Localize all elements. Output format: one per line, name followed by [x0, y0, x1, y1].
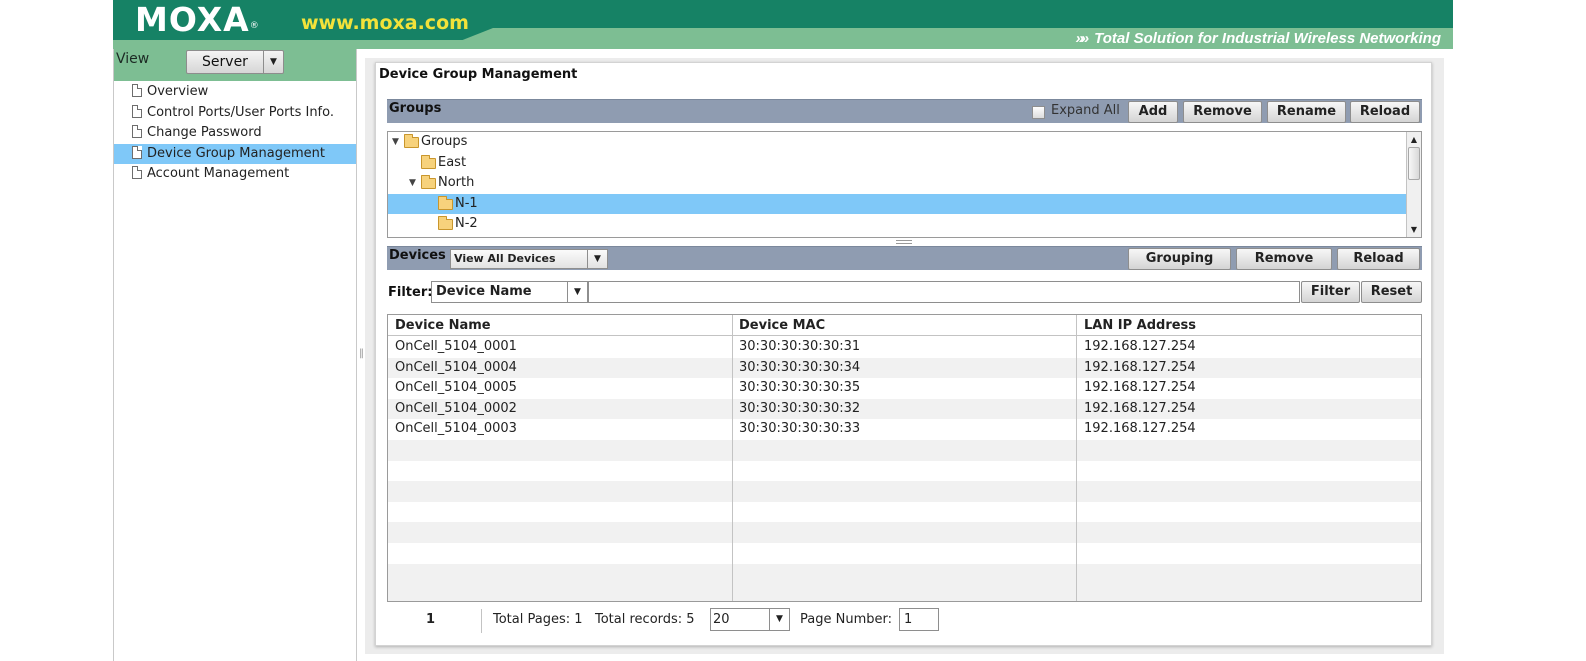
scroll-down-arrow-icon[interactable]: ▼ [1408, 223, 1420, 236]
device-view-select[interactable]: View All Devices ▼ [450, 249, 608, 269]
scroll-thumb[interactable] [1408, 147, 1420, 180]
filter-button[interactable]: Filter [1301, 281, 1360, 303]
column-header-device-name[interactable]: Device Name [388, 315, 491, 336]
filter-input[interactable] [588, 281, 1300, 303]
split-resize-grip[interactable] [896, 240, 912, 244]
expanded-triangle-icon[interactable]: ▼ [409, 173, 416, 194]
view-label: View [116, 51, 150, 67]
groups-toolbar: Groups Expand All Add Remove Rename Relo… [387, 99, 1422, 123]
empty-table-row [388, 563, 1421, 585]
add-group-button[interactable]: Add [1128, 101, 1178, 123]
tree-node-east[interactable]: East [388, 153, 1406, 174]
moxa-logo: MOXA® [135, 0, 260, 39]
device-table: Device Name Device MAC LAN IP Address On… [387, 314, 1422, 602]
folder-icon [421, 154, 436, 169]
empty-table-row [388, 461, 1421, 482]
remove-device-button[interactable]: Remove [1236, 248, 1332, 270]
sidebar-item-control-ports[interactable]: Control Ports/User Ports Info. [114, 103, 356, 124]
document-icon [132, 104, 142, 118]
page-title: Device Group Management [379, 67, 578, 82]
folder-icon [438, 195, 453, 210]
view-bar: View Server ▼ [114, 49, 356, 81]
page-number-label: Page Number: [800, 612, 892, 627]
sidebar: View Server ▼ Overview Control Ports/Use… [113, 49, 357, 661]
chevron-down-icon: ▼ [769, 609, 789, 630]
site-url: www.moxa.com [301, 12, 469, 34]
grouping-button[interactable]: Grouping [1128, 248, 1231, 270]
document-icon [132, 166, 142, 180]
current-page-link[interactable]: 1 [426, 612, 435, 627]
column-header-lan-ip[interactable]: LAN IP Address [1077, 315, 1196, 336]
tree-node-n-2[interactable]: N-2 [388, 214, 1406, 235]
scroll-up-arrow-icon[interactable]: ▲ [1408, 133, 1420, 146]
tree-scrollbar[interactable]: ▲ ▼ [1406, 132, 1421, 237]
groups-tree: ▼ Groups East ▼ North N-1 N-2 ▲ ▼ [387, 131, 1422, 238]
tagline: »» Total Solution for Industrial Wireless… [1075, 30, 1441, 47]
table-row[interactable]: OnCell_5104_0001 30:30:30:30:30:31 192.1… [388, 337, 1421, 358]
pager-divider [481, 609, 482, 633]
sidebar-item-device-group-management[interactable]: Device Group Management [114, 143, 356, 165]
empty-table-row [388, 502, 1421, 523]
folder-icon [438, 216, 453, 231]
table-row[interactable]: OnCell_5104_0004 30:30:30:30:30:34 192.1… [388, 357, 1421, 379]
tree-node-north[interactable]: ▼ North [388, 173, 1406, 194]
folder-open-icon [404, 134, 419, 148]
page-size-select[interactable]: 20 ▼ [710, 608, 790, 631]
double-chevron-icon: »» [1075, 30, 1089, 47]
table-row[interactable]: OnCell_5104_0005 30:30:30:30:30:35 192.1… [388, 378, 1421, 399]
empty-table-row [388, 522, 1421, 543]
table-row[interactable]: OnCell_5104_0003 30:30:30:30:30:33 192.1… [388, 419, 1421, 440]
chevron-down-icon: ▼ [587, 250, 607, 268]
main-area: Device Group Management Groups Expand Al… [365, 58, 1444, 654]
sidebar-nav: Overview Control Ports/User Ports Info. … [114, 82, 356, 185]
groups-label: Groups [389, 101, 442, 116]
column-divider[interactable] [1076, 315, 1077, 601]
total-records: Total records: 5 [595, 612, 695, 627]
reload-devices-button[interactable]: Reload [1337, 248, 1420, 270]
sidebar-item-overview[interactable]: Overview [114, 82, 356, 103]
table-row[interactable]: OnCell_5104_0002 30:30:30:30:30:32 192.1… [388, 398, 1421, 420]
devices-label: Devices [389, 248, 446, 263]
server-view-select[interactable]: Server ▼ [186, 50, 284, 74]
chevron-down-icon: ▼ [567, 282, 587, 302]
tree-node-n-1[interactable]: N-1 [388, 193, 1406, 215]
sidebar-item-change-password[interactable]: Change Password [114, 123, 356, 144]
empty-table-row [388, 481, 1421, 502]
remove-group-button[interactable]: Remove [1183, 101, 1262, 123]
app-header: MOXA® www.moxa.com »» Total Solution for … [113, 0, 1453, 49]
column-header-device-mac[interactable]: Device MAC [732, 315, 825, 336]
total-pages: Total Pages: 1 [493, 612, 583, 627]
empty-table-row [388, 440, 1421, 461]
chevron-down-icon: ▼ [263, 51, 283, 73]
folder-open-icon [421, 175, 436, 190]
expand-all-label: Expand All [1051, 103, 1120, 118]
filter-label: Filter: [388, 285, 433, 300]
document-icon [132, 145, 142, 159]
rename-group-button[interactable]: Rename [1267, 101, 1346, 123]
document-icon [132, 125, 142, 139]
page-number-input[interactable]: 1 [899, 608, 939, 631]
empty-table-row [388, 584, 1421, 601]
device-group-panel: Device Group Management Groups Expand Al… [375, 62, 1432, 646]
column-divider[interactable] [732, 315, 733, 601]
tree-node-groups[interactable]: ▼ Groups [388, 132, 1406, 153]
table-header: Device Name Device MAC LAN IP Address [388, 315, 1421, 336]
devices-toolbar: Devices View All Devices ▼ Grouping Remo… [387, 246, 1422, 270]
empty-table-row [388, 543, 1421, 564]
document-icon [132, 84, 142, 97]
reset-button[interactable]: Reset [1361, 281, 1422, 303]
pagination-bar: 1 Total Pages: 1 Total records: 5 20 ▼ P… [387, 608, 1422, 633]
sidebar-item-account-management[interactable]: Account Management [114, 164, 356, 185]
reload-groups-button[interactable]: Reload [1350, 101, 1420, 123]
expanded-triangle-icon[interactable]: ▼ [392, 132, 399, 153]
filter-field-select[interactable]: Device Name ▼ [431, 281, 588, 303]
expand-all-checkbox[interactable] [1032, 106, 1045, 119]
